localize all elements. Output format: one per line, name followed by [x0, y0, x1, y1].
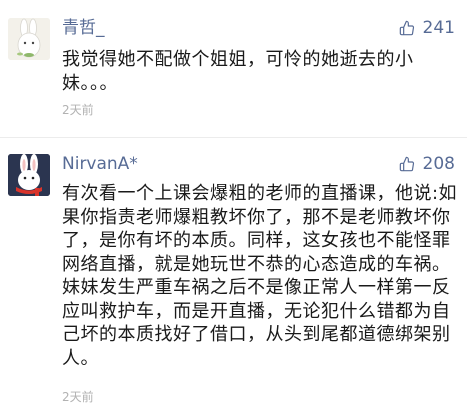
comment-text: 我觉得她不配做个姐姐，可怜的她逝去的小妹。。。: [62, 49, 414, 94]
like-count: 241: [422, 18, 455, 38]
comment-time: 2天前: [62, 103, 94, 117]
comment-item: NirvanA* 208 有次看一个上课会爆粗的老师的直播课，他说:如果你指责老…: [0, 138, 467, 411]
comment-time: 2天前: [62, 390, 94, 404]
avatar[interactable]: [8, 18, 50, 60]
comment-text: 有次看一个上课会爆粗的老师的直播课，他说:如果你指责老师爆粗教坏你了，那不是老师…: [62, 183, 458, 369]
thumbs-up-icon: [399, 156, 414, 172]
avatar[interactable]: [8, 154, 50, 196]
comment-list: 青哲_ 241 我觉得她不配做个姐姐，可怜的她逝去的小妹。。。 2天前 Nirv…: [0, 0, 467, 411]
username[interactable]: NirvanA*: [62, 154, 138, 174]
like-button[interactable]: 241: [399, 18, 455, 38]
comment-item: 青哲_ 241 我觉得她不配做个姐姐，可怜的她逝去的小妹。。。 2天前: [0, 0, 467, 125]
rabbit-scarf-avatar-icon: [8, 154, 50, 196]
bunny-avatar-icon: [8, 18, 50, 60]
like-count: 208: [422, 154, 455, 174]
thumbs-up-icon: [399, 20, 414, 36]
username[interactable]: 青哲_: [62, 18, 105, 38]
like-button[interactable]: 208: [399, 154, 455, 174]
